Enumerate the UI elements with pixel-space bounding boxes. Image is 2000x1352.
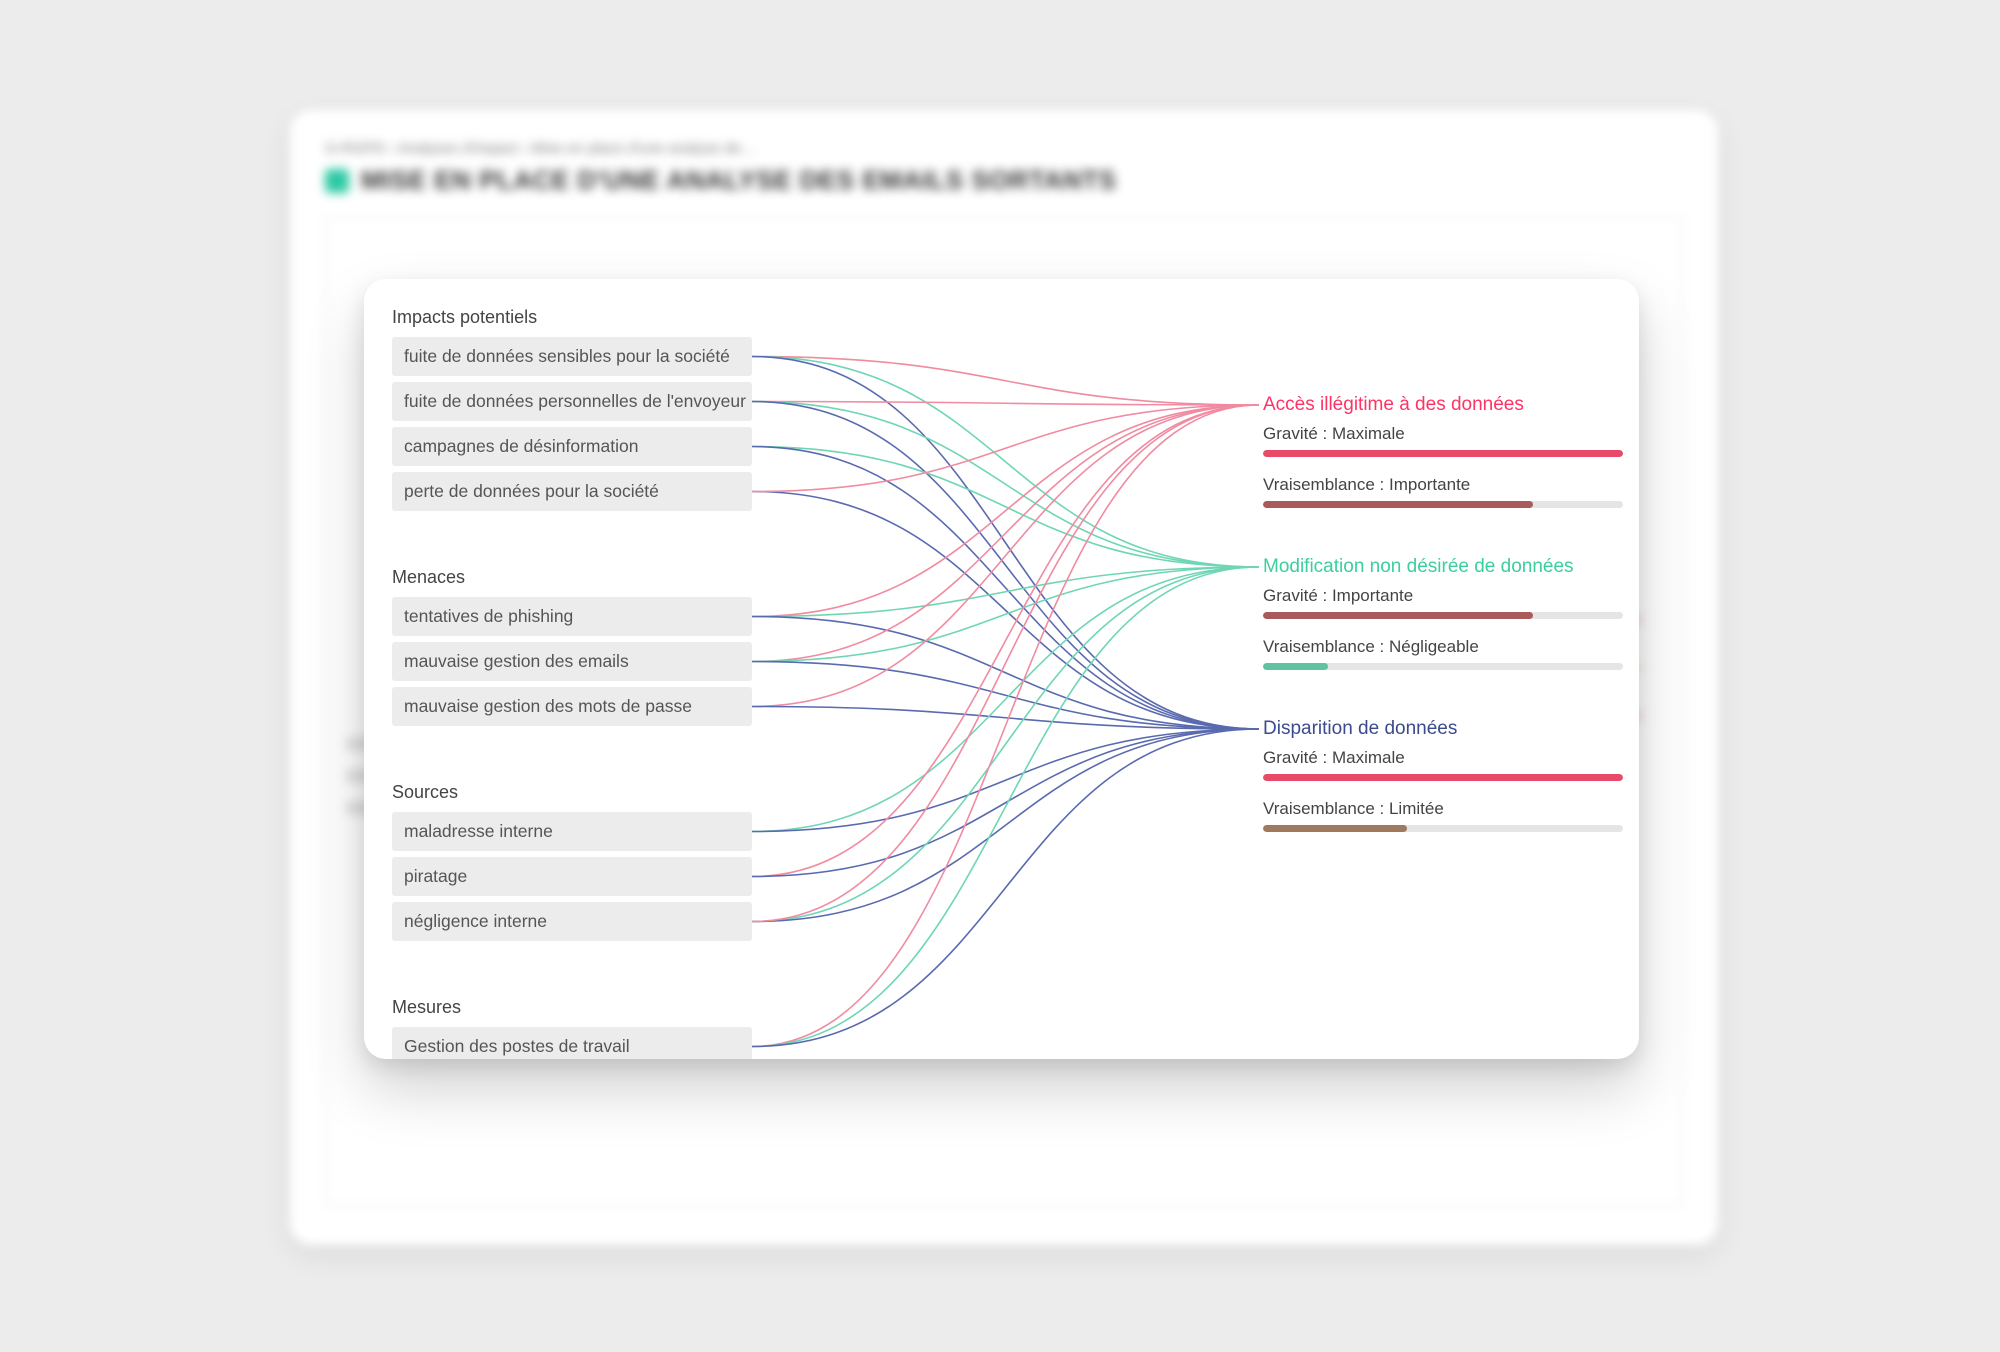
list-item: fuite de données personnelles de l'envoy… (392, 382, 752, 421)
gravite-label: Gravité : Maximale (1263, 748, 1623, 768)
gravite-label: Gravité : Importante (1263, 586, 1623, 606)
group-title: Menaces (392, 567, 752, 588)
group-title: Sources (392, 782, 752, 803)
list-item: mauvaise gestion des mots de passe (392, 687, 752, 726)
list-item: Gestion des postes de travail (392, 1027, 752, 1059)
page-title: MISE EN PLACE D'UNE ANALYSE DES EMAILS S… (361, 165, 1116, 196)
list-item: négligence interne (392, 902, 752, 941)
list-item: mauvaise gestion des emails (392, 642, 752, 681)
risk-mapping-card: Impacts potentiels fuite de données sensi… (364, 279, 1639, 1059)
gravite-label: Gravité : Maximale (1263, 424, 1623, 444)
list-item: tentatives de phishing (392, 597, 752, 636)
list-item: piratage (392, 857, 752, 896)
list-item: maladresse interne (392, 812, 752, 851)
gravite-bar (1263, 774, 1623, 781)
list-item: fuite de données sensibles pour la socié… (392, 337, 752, 376)
left-column: Impacts potentiels fuite de données sensi… (392, 307, 752, 1059)
gravite-bar (1263, 612, 1623, 619)
vraisemblance-label: Vraisemblance : Limitée (1263, 799, 1623, 819)
vraisemblance-label: Vraisemblance : Importante (1263, 475, 1623, 495)
gravite-bar (1263, 450, 1623, 457)
risk-title: Accès illégitime à des données (1263, 394, 1623, 416)
vraisemblance-bar (1263, 825, 1623, 832)
list-item: campagnes de désinformation (392, 427, 752, 466)
breadcrumb: G-RGPD › Analyses d'impact › Mise en pla… (325, 140, 1683, 157)
risk-title: Modification non désirée de données (1263, 556, 1623, 578)
group-title: Mesures (392, 997, 752, 1018)
page-icon (325, 169, 349, 193)
right-column: Accès illégitime à des données Gravité : … (1263, 394, 1623, 880)
risk-title: Disparition de données (1263, 718, 1623, 740)
group-title: Impacts potentiels (392, 307, 752, 328)
list-item: perte de données pour la société (392, 472, 752, 511)
vraisemblance-bar (1263, 663, 1623, 670)
vraisemblance-label: Vraisemblance : Négligeable (1263, 637, 1623, 657)
vraisemblance-bar (1263, 501, 1623, 508)
